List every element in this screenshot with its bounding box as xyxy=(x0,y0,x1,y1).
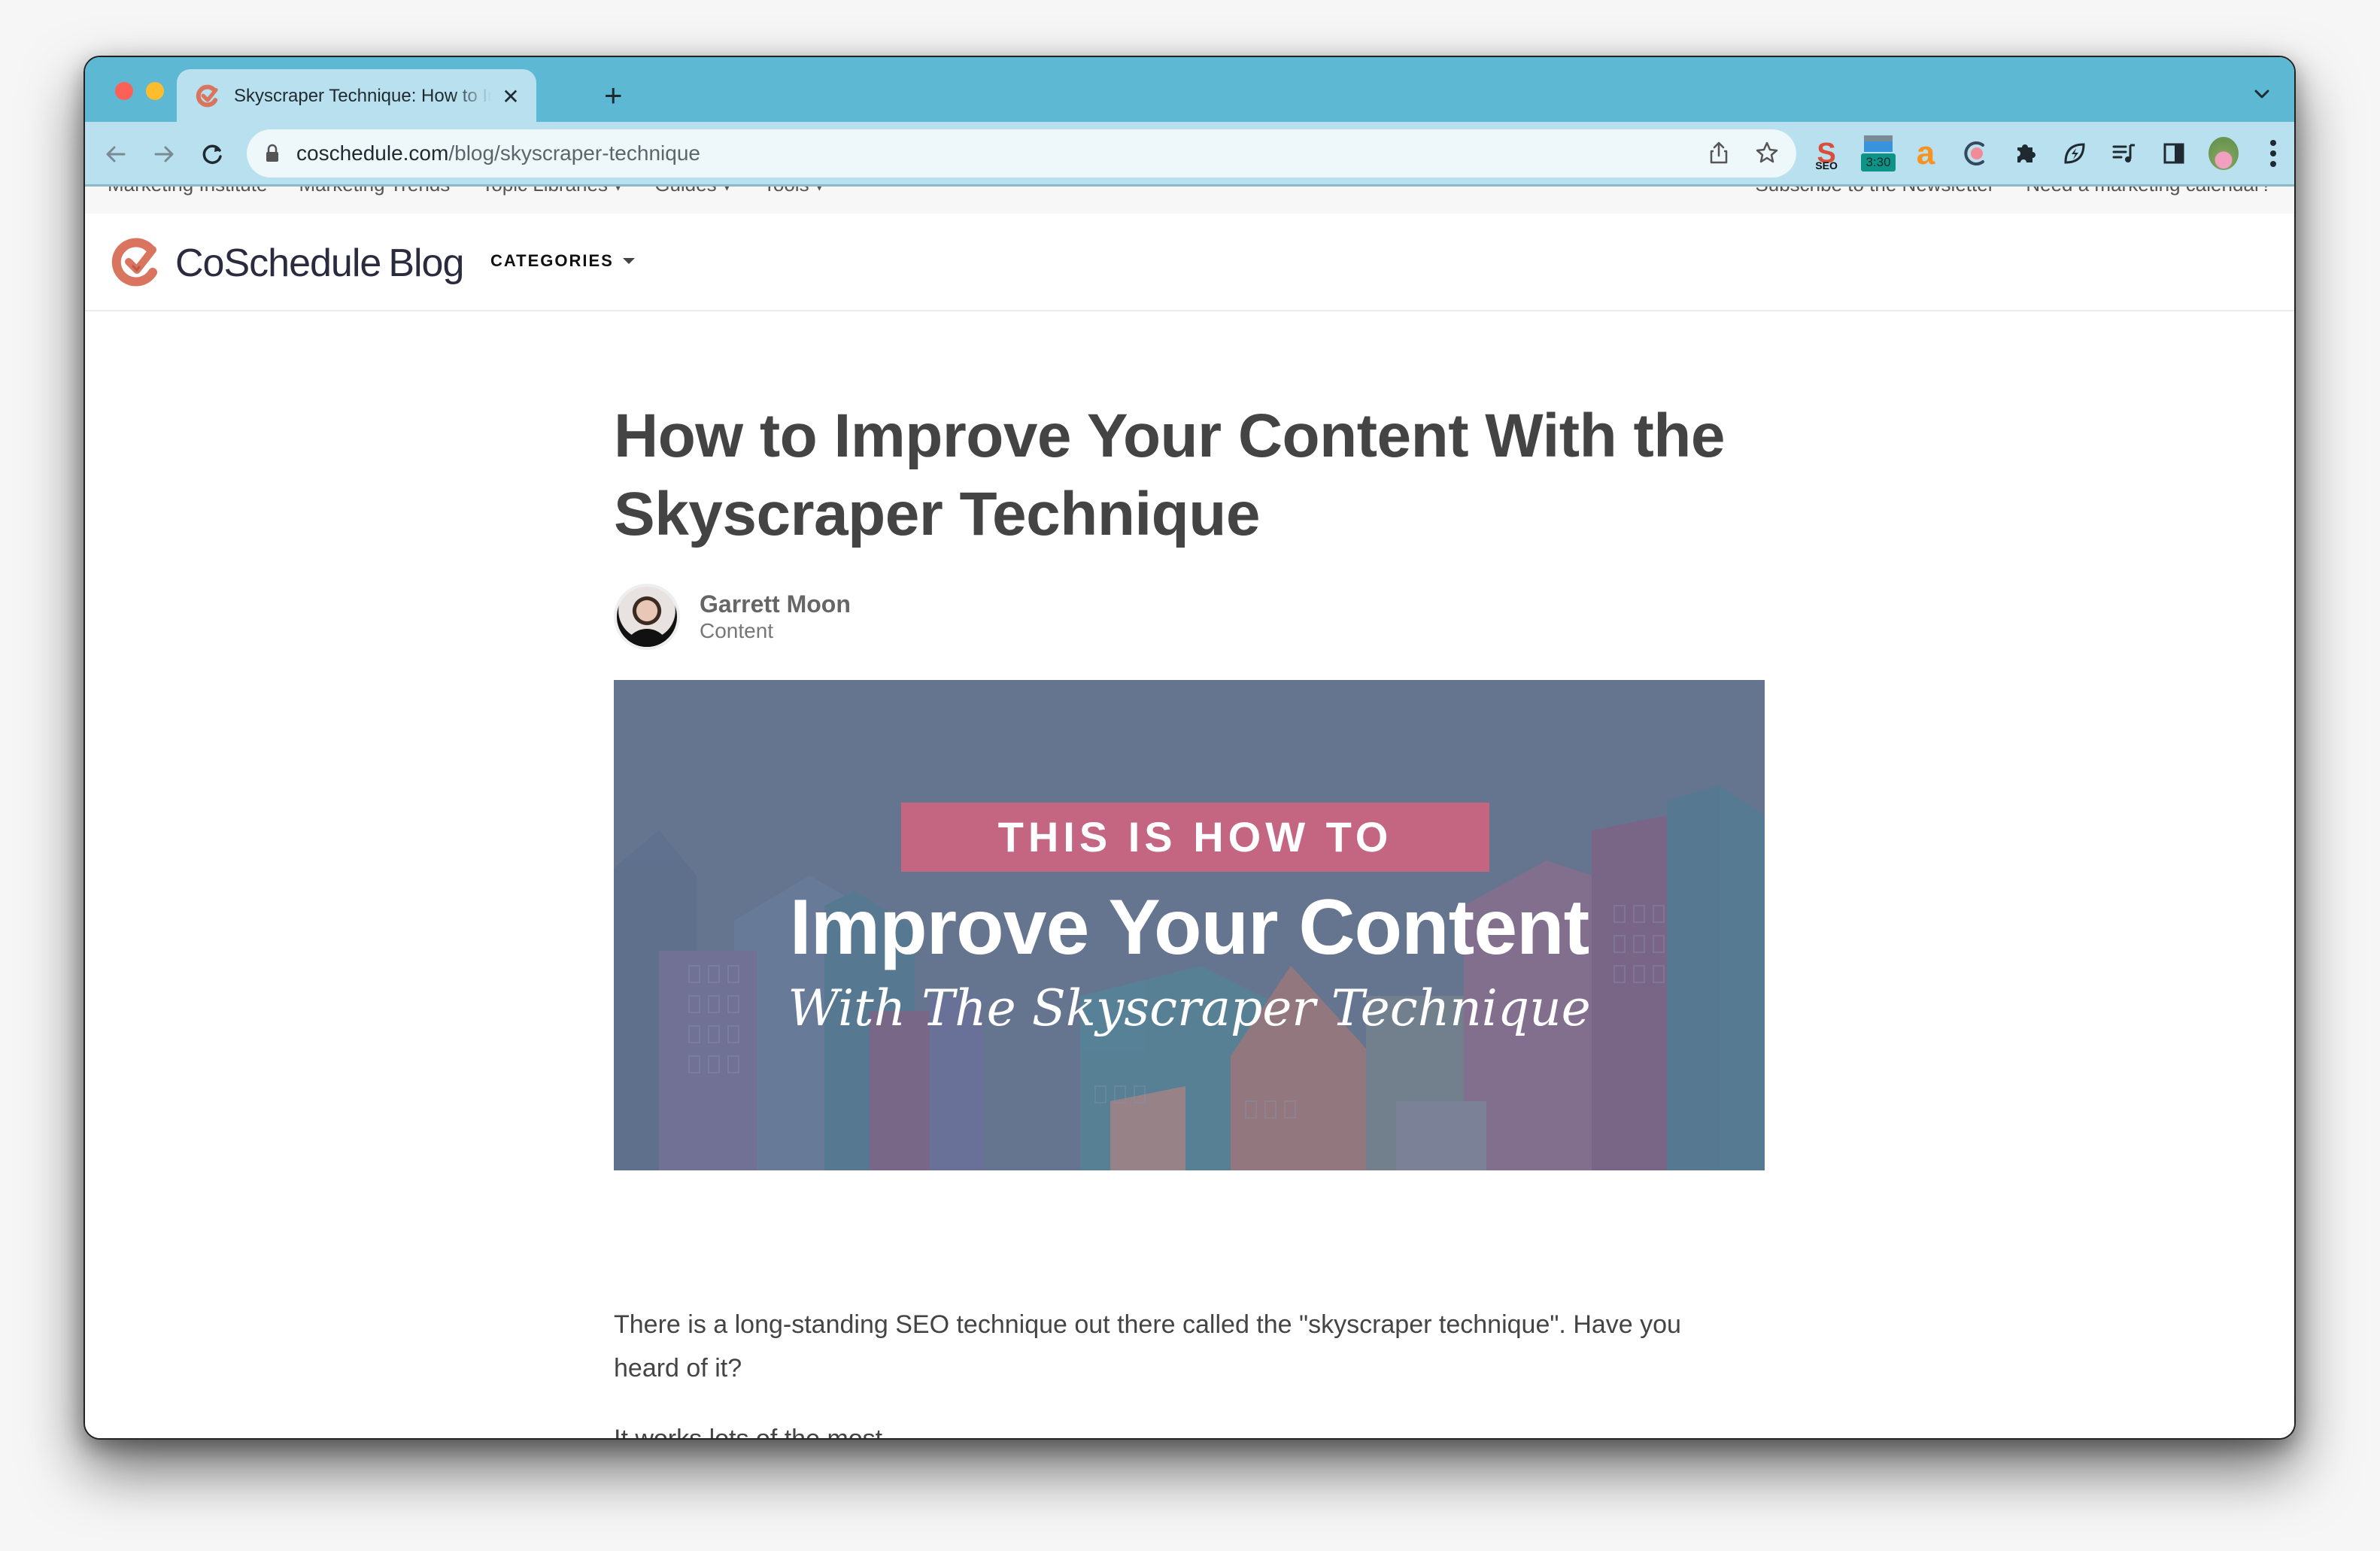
share-icon[interactable] xyxy=(1706,140,1732,165)
amazon-assistant-label: a xyxy=(1916,135,1935,171)
reading-list-icon[interactable] xyxy=(2109,135,2139,171)
nav-marketing-institute[interactable]: Marketing Institute xyxy=(108,187,267,196)
tab-search-chevron-icon[interactable] xyxy=(2252,84,2272,104)
address-bar[interactable]: coschedule.com/blog/skyscraper-technique xyxy=(247,129,1796,178)
profile-avatar[interactable] xyxy=(2208,135,2239,171)
nav-marketing-calendar[interactable]: Need a marketing calendar? xyxy=(2026,187,2272,196)
menu-kebab-icon[interactable] xyxy=(2258,135,2288,171)
hero-image: THIS IS HOW TO Improve Your Content With… xyxy=(614,680,1765,1170)
puzzle-piece-icon xyxy=(2017,144,2035,162)
reload-button[interactable] xyxy=(198,140,226,168)
timer-readout: 3:30 xyxy=(1861,153,1896,171)
leaf-bolt-icon xyxy=(2064,143,2085,164)
bookmark-star-icon[interactable] xyxy=(1754,140,1780,165)
tab-bar: Skyscraper Technique: How to Improve You… xyxy=(85,57,2294,123)
browser-toolbar: coschedule.com/blog/skyscraper-technique… xyxy=(85,122,2294,187)
author-byline: Garrett Moon Content xyxy=(614,584,1765,650)
nav-subscribe-newsletter[interactable]: Subscribe to the Newsletter xyxy=(1755,187,1994,196)
extensions-puzzle-icon[interactable] xyxy=(2010,135,2040,171)
coschedule-check-icon xyxy=(196,84,218,108)
article-paragraph: It works lots of the most... xyxy=(614,1417,1765,1438)
top-nav-left: Marketing Institute Marketing Trends Top… xyxy=(108,187,824,196)
article-paragraph: There is a long-standing SEO technique o… xyxy=(614,1310,1681,1383)
logo-suffix: Blog xyxy=(388,241,464,285)
side-panel-glyph-icon xyxy=(2163,143,2184,164)
site-header: CoSchedule Blog CATEGORIES xyxy=(85,214,2294,311)
seo-extension-sublabel: SEO xyxy=(1815,159,1838,171)
lock-icon[interactable] xyxy=(265,144,280,163)
browser-window: Skyscraper Technique: How to Improve You… xyxy=(83,56,2296,1440)
close-tab-icon[interactable]: ✕ xyxy=(502,84,520,109)
tab-active[interactable]: Skyscraper Technique: How to Improve You… xyxy=(177,69,536,123)
site-logo[interactable]: CoSchedule Blog xyxy=(111,236,464,290)
author-avatar[interactable] xyxy=(614,584,680,650)
nav-tools[interactable]: Tools ▾ xyxy=(763,187,824,196)
coschedule-logo-icon xyxy=(111,238,157,287)
minimize-window-button[interactable] xyxy=(146,82,164,100)
top-nav-right: Subscribe to the Newsletter Need a marke… xyxy=(1755,187,2272,196)
article-title: How to Improve Your Content With the Sky… xyxy=(614,402,1725,548)
amazon-assistant-icon[interactable]: a xyxy=(1911,135,1941,171)
hero-badge: THIS IS HOW TO xyxy=(901,803,1489,872)
timer-extension-icon[interactable]: 3:30 xyxy=(1861,135,1896,171)
close-window-button[interactable] xyxy=(115,82,133,100)
logo-name: CoSchedule xyxy=(175,241,381,285)
nav-guides[interactable]: Guides ▾ xyxy=(654,187,732,196)
arrow-right-icon xyxy=(154,146,174,162)
author-category[interactable]: Content xyxy=(700,618,851,644)
caret-down-icon xyxy=(622,258,635,264)
extensions-area: S SEO 3:30 a xyxy=(1811,135,2288,171)
web-page: Marketing Institute Marketing Trends Top… xyxy=(85,187,2294,1438)
tab-title: Skyscraper Technique: How to Improve You… xyxy=(234,86,491,106)
hero-subheadline: With The Skyscraper Technique xyxy=(788,979,1591,1037)
arrow-left-icon xyxy=(106,146,126,162)
coschedule-extension-icon[interactable] xyxy=(1960,135,1990,171)
url-path: /blog/skyscraper-technique xyxy=(448,141,700,165)
nav-topic-libraries[interactable]: Topic Libraries ▾ xyxy=(481,187,623,196)
back-button[interactable] xyxy=(102,140,130,168)
forward-button[interactable] xyxy=(150,140,178,168)
seo-extension-icon[interactable]: S SEO xyxy=(1811,135,1841,171)
nav-marketing-trends[interactable]: Marketing Trends xyxy=(299,187,450,196)
url-domain: coschedule.com xyxy=(296,141,449,165)
author-name[interactable]: Garrett Moon xyxy=(700,590,851,618)
new-tab-button[interactable]: + xyxy=(604,80,623,111)
hero-headline: Improve Your Content xyxy=(789,884,1589,971)
article: How to Improve Your Content With the Sky… xyxy=(614,311,1765,1438)
categories-dropdown[interactable]: CATEGORIES xyxy=(490,251,635,271)
url-text[interactable]: coschedule.com/blog/skyscraper-technique xyxy=(296,141,700,165)
categories-label: CATEGORIES xyxy=(490,251,614,270)
side-panel-icon[interactable] xyxy=(2159,135,2189,171)
leaf-bolt-extension-icon[interactable] xyxy=(2060,135,2090,171)
reload-icon xyxy=(202,144,222,164)
playlist-icon xyxy=(2112,144,2135,162)
coschedule-c-icon xyxy=(1964,141,1984,165)
site-top-nav: Marketing Institute Marketing Trends Top… xyxy=(85,187,2294,214)
